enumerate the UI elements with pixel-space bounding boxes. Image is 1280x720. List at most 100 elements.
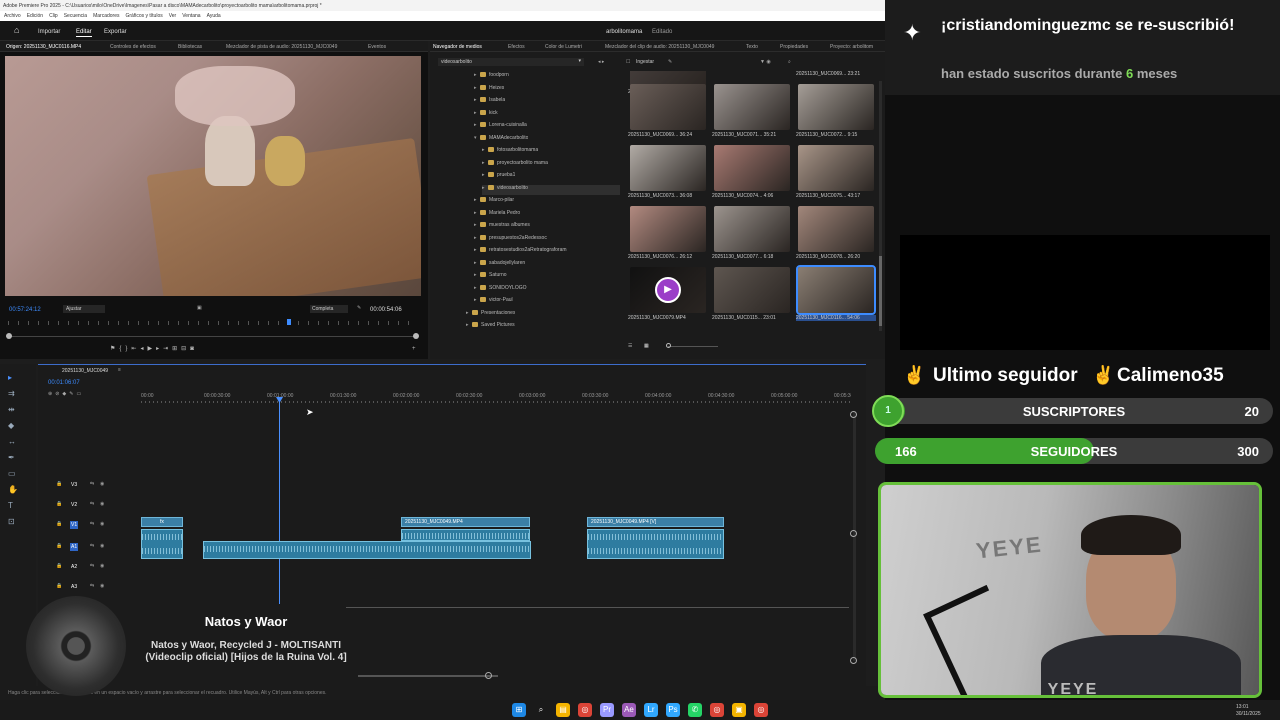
wrench-icon[interactable]: ✎ <box>668 59 672 65</box>
overwrite-icon[interactable]: ⊟ <box>181 346 190 352</box>
tab-properties[interactable]: Propiedades <box>780 44 808 50</box>
folder-item[interactable]: ▸ Saturno <box>474 272 507 282</box>
add-button-icon[interactable]: + <box>412 345 416 353</box>
list-view-icon[interactable]: ☰ <box>628 343 632 349</box>
eye-icon[interactable]: ◉ <box>100 481 104 487</box>
audio-clip[interactable] <box>141 529 183 559</box>
media-thumbnail[interactable] <box>714 145 790 191</box>
track-label[interactable]: A3 <box>70 583 78 591</box>
tab-source[interactable]: Origen: 20251130_MJC0116.MP4 <box>6 44 81 50</box>
premiere-icon[interactable]: Pr <box>600 703 614 717</box>
folder-icon[interactable]: ▣ <box>732 703 746 717</box>
wrench-icon[interactable]: ✎ <box>357 305 361 311</box>
sequence-tab[interactable]: 20251130_MJC0049 <box>62 368 108 374</box>
lock-icon[interactable]: 🔒 <box>56 583 62 589</box>
zoom-handle-left[interactable] <box>6 333 12 339</box>
sync-icon[interactable]: ⇆ <box>90 563 94 569</box>
folder-item[interactable]: ▸ prueba1 <box>482 172 515 182</box>
video-clip[interactable]: 20251130_MJC0049.MP4 <box>401 517 530 527</box>
whatsapp-icon[interactable]: ✆ <box>688 703 702 717</box>
tab-lumetri[interactable]: Color de Lumetri <box>545 44 582 50</box>
folder-item[interactable]: ▸ Saved Pictures <box>466 322 515 332</box>
nav-importar[interactable]: Importar <box>38 28 60 36</box>
audio-clip[interactable] <box>587 529 724 559</box>
menu-ventana[interactable]: Ventana <box>182 13 200 19</box>
photoshop-icon[interactable]: Ps <box>666 703 680 717</box>
ingest-checkbox[interactable]: ☐ <box>626 59 630 65</box>
media-thumbnail[interactable] <box>714 267 790 313</box>
menu-ayuda[interactable]: Ayuda <box>207 13 221 19</box>
nav-editar[interactable]: Editar <box>76 28 92 37</box>
hscroll-handle[interactable] <box>485 672 492 679</box>
search-icon[interactable]: ⌕ <box>788 59 791 65</box>
vscroll-handle[interactable] <box>850 657 857 664</box>
lock-icon[interactable]: 🔒 <box>56 563 62 569</box>
hand-icon[interactable]: ✋ <box>8 486 18 494</box>
caption-icon[interactable]: ⊡ <box>8 518 16 526</box>
media-scroll-thumb[interactable] <box>879 256 882 326</box>
folder-item[interactable]: ▸ proyectoarbolito mama <box>482 160 548 170</box>
eye-icon[interactable]: ◉ <box>100 583 104 589</box>
menu-secuencia[interactable]: Secuencia <box>64 13 87 19</box>
tab-project[interactable]: Proyecto: arbolitom <box>830 44 873 50</box>
folder-item[interactable]: ▸ Heizes <box>474 85 504 95</box>
rectangle-icon[interactable]: ▭ <box>8 470 16 478</box>
track-label[interactable]: V3 <box>70 481 78 489</box>
lock-icon[interactable]: 🔒 <box>56 543 62 549</box>
files-icon[interactable]: ▤ <box>556 703 570 717</box>
lock-icon[interactable]: 🔒 <box>56 501 62 507</box>
folder-item[interactable]: ▸ retratosestudios2aRetratograforam <box>474 247 567 257</box>
windows-icon[interactable]: ⊞ <box>512 703 526 717</box>
track-label[interactable]: A2 <box>70 563 78 571</box>
folder-item[interactable]: ▸ videosarbolito <box>482 184 620 195</box>
thumb-size-handle[interactable] <box>666 343 671 348</box>
menu-ver[interactable]: Ver <box>169 13 177 19</box>
vscroll-handle[interactable] <box>850 411 857 418</box>
folder-item[interactable]: ▸ fotosarbolitomama <box>482 147 538 157</box>
aftereffects-icon[interactable]: Ae <box>622 703 636 717</box>
media-thumbnail[interactable] <box>796 265 876 315</box>
track-label[interactable]: V2 <box>70 501 78 509</box>
audio-clip[interactable] <box>203 541 531 559</box>
media-thumbnail[interactable] <box>714 84 790 130</box>
play-icon[interactable]: ▶ <box>655 277 681 303</box>
eye-icon[interactable]: ◉ <box>100 543 104 549</box>
ripple-edit-icon[interactable]: ⇹ <box>8 406 16 414</box>
insert-icon[interactable]: ⊞ <box>172 346 181 352</box>
selection-tool-icon[interactable]: ▸ <box>8 374 16 382</box>
icon-view-icon[interactable]: ▦ <box>644 343 649 349</box>
back-icon[interactable]: ◂ ▸ <box>598 59 604 65</box>
menu-graficos[interactable]: Gráficos y títulos <box>125 13 162 19</box>
folder-item[interactable]: ▸ kick <box>474 110 498 120</box>
timeline-hscroll[interactable] <box>358 675 498 677</box>
captions-icon[interactable]: ▭ <box>76 391 84 397</box>
source-ruler[interactable] <box>8 321 418 325</box>
lock-icon[interactable]: 🔒 <box>56 481 62 487</box>
chrome2-icon[interactable]: ◎ <box>710 703 724 717</box>
media-thumbnail[interactable]: ▶ <box>630 267 706 313</box>
fit-dropdown[interactable]: Ajustar <box>63 305 105 313</box>
tab-events[interactable]: Eventos <box>368 44 386 50</box>
folder-item[interactable]: ▸ Isabela <box>474 97 505 107</box>
track-label[interactable]: A1 <box>70 543 79 551</box>
media-thumbnail[interactable] <box>630 84 706 130</box>
sync-icon[interactable]: ⇆ <box>90 521 94 527</box>
source-playhead[interactable] <box>287 319 291 325</box>
sync-icon[interactable]: ⇆ <box>90 481 94 487</box>
go-out-icon[interactable]: ⇥ <box>163 346 172 352</box>
folder-item[interactable]: ▸ Lorena-cuisinalla <box>474 122 527 132</box>
slip-icon[interactable]: ↔ <box>8 438 16 446</box>
source-zoom-bar[interactable] <box>8 336 418 337</box>
source-video-frame[interactable] <box>5 56 421 296</box>
folder-item[interactable]: ▸ sabadojellylaren <box>474 260 525 270</box>
audio-clip[interactable] <box>401 529 530 541</box>
nav-exportar[interactable]: Exportar <box>104 28 127 36</box>
timeline-timecode[interactable]: 00:01:06:07 <box>48 379 80 387</box>
chrome-icon[interactable]: ◎ <box>578 703 592 717</box>
type-icon[interactable]: T <box>8 502 16 510</box>
folder-item[interactable]: ▸ Mariela Pedro <box>474 210 520 220</box>
folder-item[interactable]: ▸ presupuestos2aRedessoc <box>474 235 547 245</box>
folder-item[interactable]: ▸ muestras albumes <box>474 222 530 232</box>
menu-clip[interactable]: Clip <box>49 13 58 19</box>
folder-item[interactable]: ▸ SONIDOYLOGO <box>474 285 527 295</box>
